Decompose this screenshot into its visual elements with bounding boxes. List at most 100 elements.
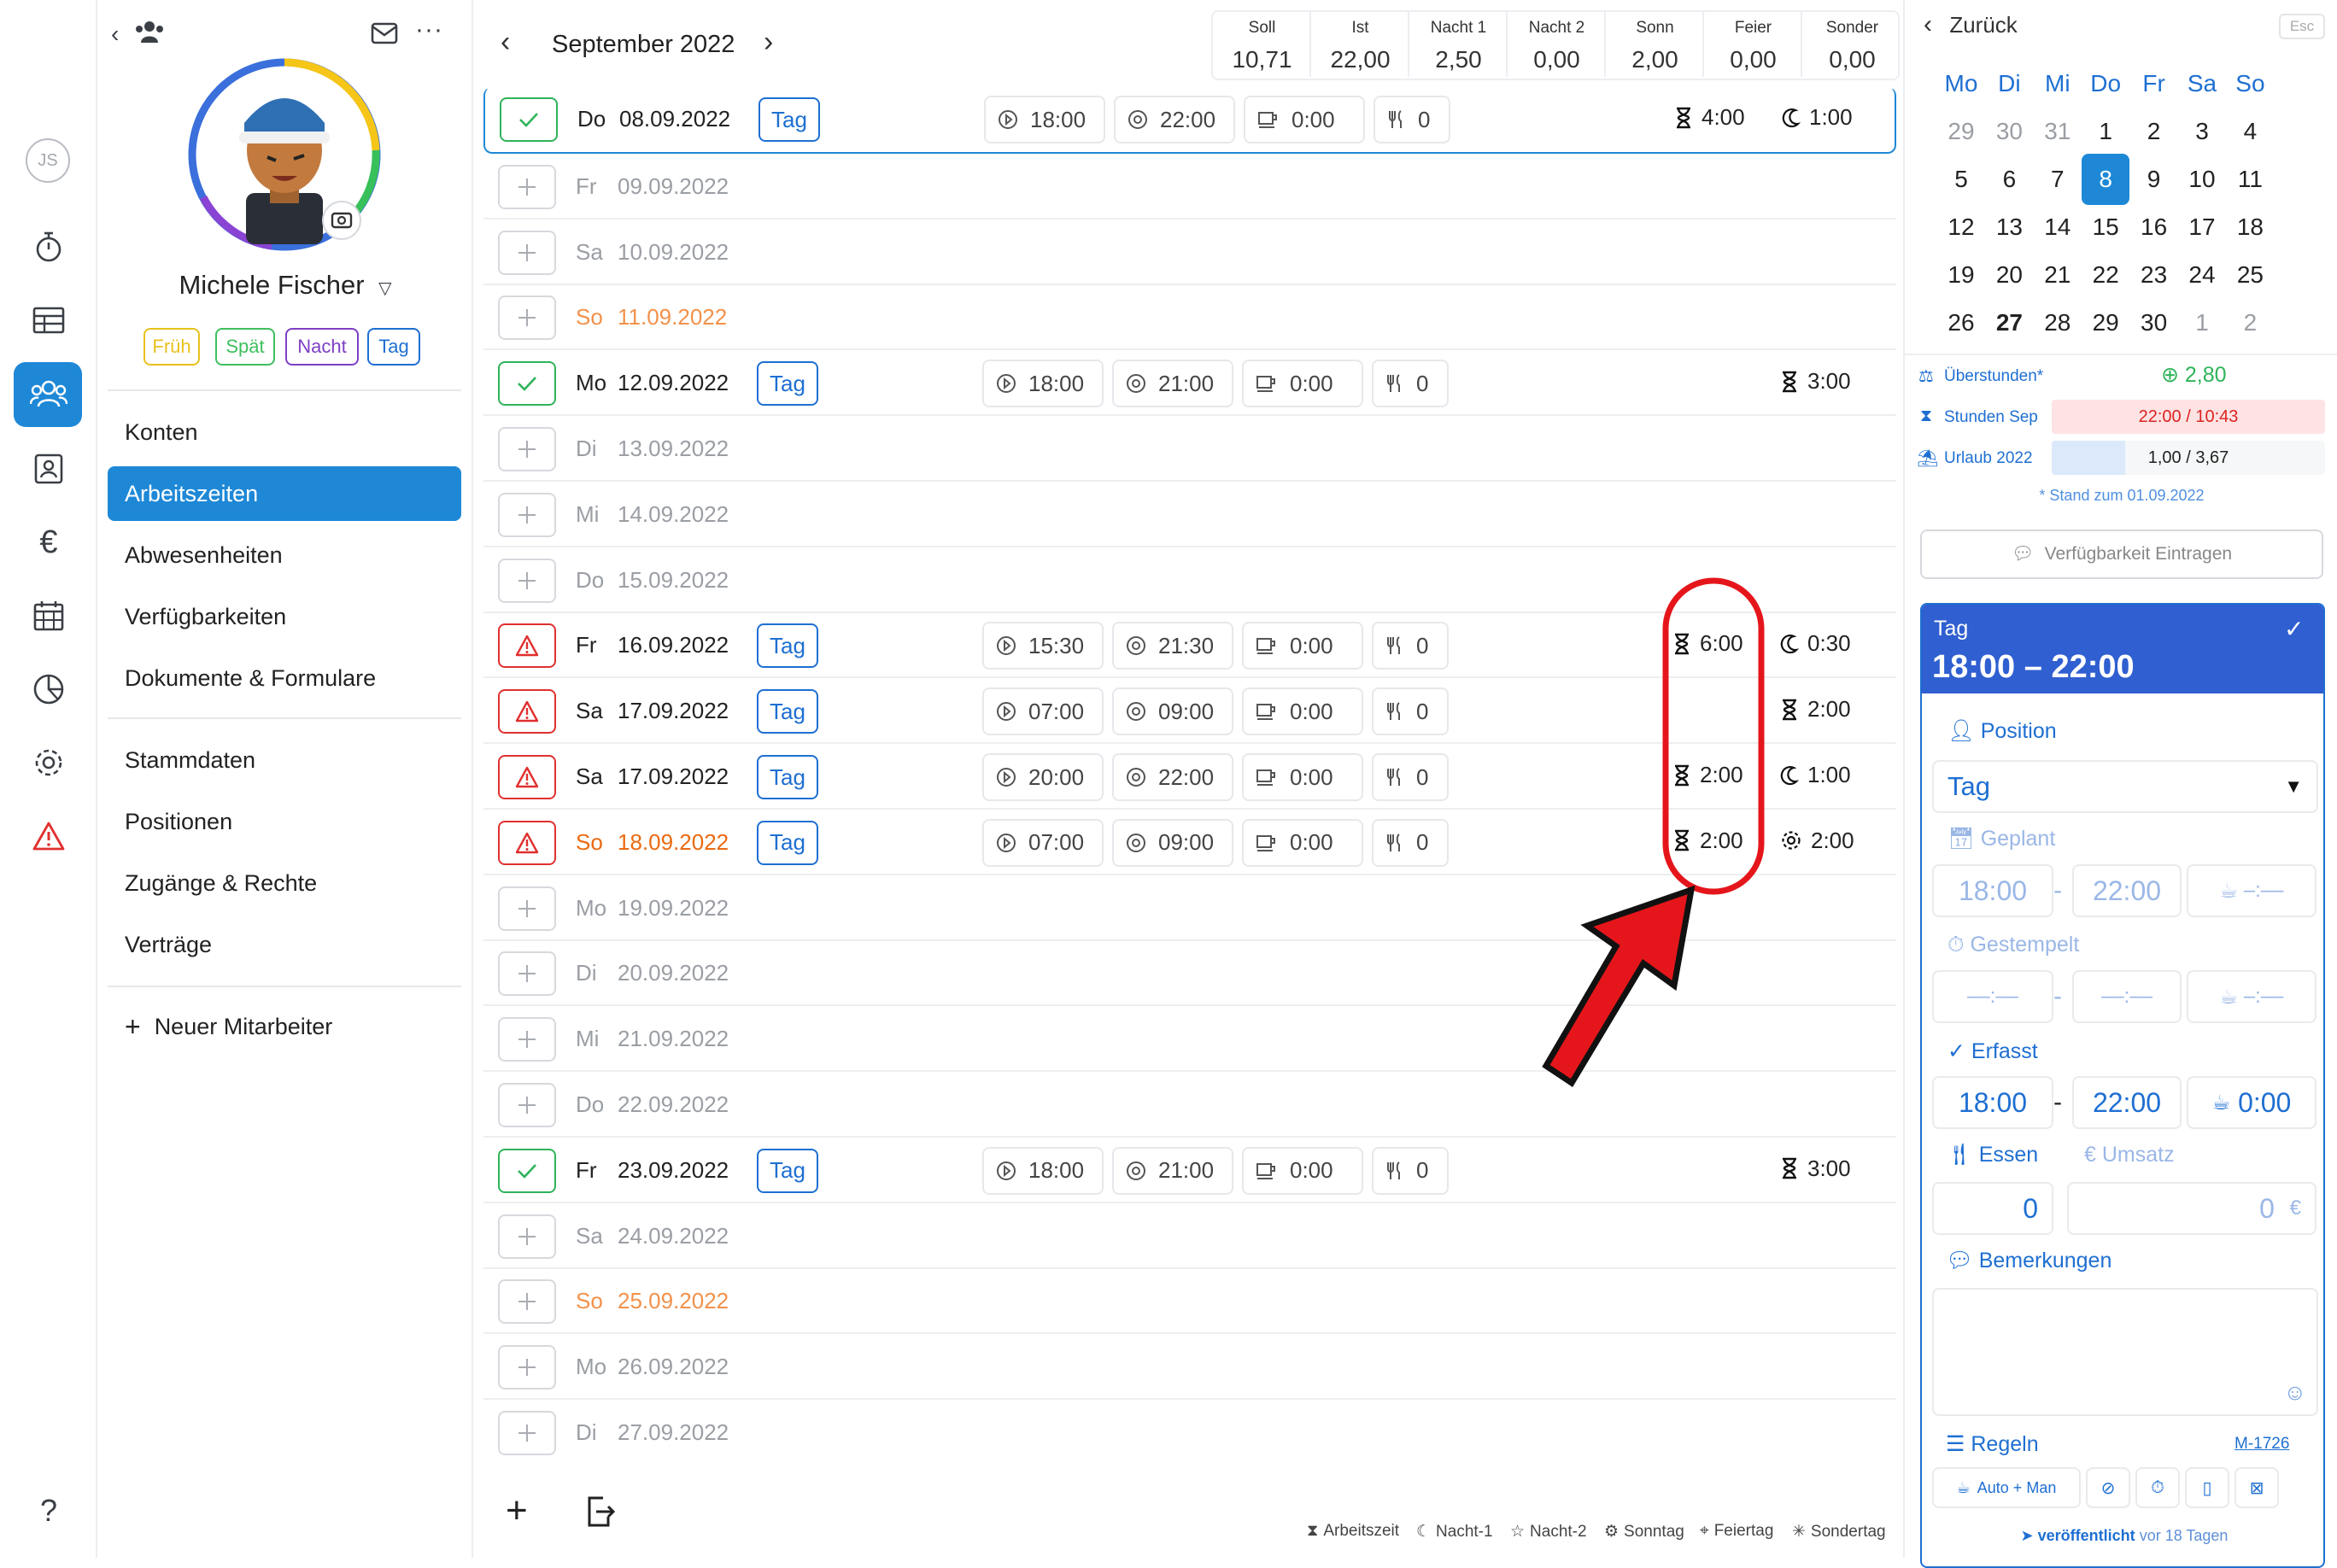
gestempelt-end[interactable]: ––:–– xyxy=(2072,970,2182,1023)
row-pause-time[interactable]: 0:00 xyxy=(1242,360,1363,408)
gestempelt-pause[interactable]: ☕︎ –:–– xyxy=(2187,970,2316,1023)
row-end-time[interactable]: 09:00 xyxy=(1112,818,1233,867)
new-employee-button[interactable]: + Neuer Mitarbeiter xyxy=(108,999,461,1054)
back-button[interactable]: ‹ Zurück xyxy=(1924,10,2018,39)
row-position-tag[interactable]: Tag xyxy=(757,820,818,865)
caret-down-icon[interactable]: ▽ xyxy=(378,279,391,298)
calendar-day[interactable]: 15 xyxy=(2082,207,2129,248)
status-button[interactable] xyxy=(498,886,556,931)
calendar-day[interactable]: 6 xyxy=(1985,159,2033,200)
status-button[interactable] xyxy=(498,361,556,407)
row-meal-count[interactable]: 0 xyxy=(1372,687,1449,736)
row-end-time[interactable]: 22:00 xyxy=(1114,96,1235,143)
erfasst-pause[interactable]: ☕︎ 0:00 xyxy=(2187,1076,2316,1129)
row-start-time[interactable]: 18:00 xyxy=(984,96,1105,143)
calendar-day[interactable]: 17 xyxy=(2178,207,2226,248)
calendar-day[interactable]: 30 xyxy=(1985,111,2033,152)
calendar-day[interactable]: 23 xyxy=(2130,255,2178,295)
row-pause-time[interactable]: 0:00 xyxy=(1242,818,1363,867)
calendar-day[interactable]: 21 xyxy=(2034,255,2082,295)
status-button[interactable] xyxy=(498,295,556,341)
row-start-time[interactable]: 07:00 xyxy=(982,687,1104,736)
table-row[interactable]: Di 13.09.2022 xyxy=(483,417,1896,482)
row-meal-count[interactable]: 0 xyxy=(1372,1146,1449,1195)
export-icon[interactable] xyxy=(583,1495,617,1529)
table-row[interactable]: Sa 10.09.2022 xyxy=(483,220,1896,285)
table-row[interactable]: Sa 24.09.2022 xyxy=(483,1204,1896,1269)
more-icon[interactable]: ··· xyxy=(415,15,443,44)
row-end-time[interactable]: 09:00 xyxy=(1112,687,1233,736)
status-button[interactable] xyxy=(498,755,556,799)
table-row[interactable]: Mo 26.09.2022 xyxy=(483,1335,1896,1401)
shift-tag-frueh[interactable]: Früh xyxy=(144,328,200,366)
calendar-day[interactable]: 24 xyxy=(2178,255,2226,295)
row-pause-time[interactable]: 0:00 xyxy=(1244,96,1365,143)
add-shift-plus-icon[interactable]: + xyxy=(506,1489,528,1532)
calendar-day[interactable]: 2 xyxy=(2226,302,2274,343)
check-icon[interactable]: ✓ xyxy=(2284,615,2304,643)
mail-icon[interactable] xyxy=(371,22,398,44)
warning-icon[interactable] xyxy=(26,813,72,859)
table-icon[interactable] xyxy=(26,297,72,343)
next-month-icon[interactable]: › xyxy=(764,26,773,59)
geplant-pause[interactable]: ☕︎ –:–– xyxy=(2187,864,2316,917)
essen-input[interactable]: 0 xyxy=(1932,1182,2053,1235)
stopwatch-icon[interactable] xyxy=(26,224,72,270)
calendar-day[interactable]: 16 xyxy=(2130,207,2178,248)
position-select[interactable]: Tag ▼ xyxy=(1932,760,2318,813)
employees-icon[interactable] xyxy=(26,371,72,417)
calendar-day[interactable]: 9 xyxy=(2130,159,2178,200)
stopwatch-rule-icon[interactable]: ⏱︎ xyxy=(2135,1467,2180,1508)
status-button[interactable] xyxy=(498,1411,556,1455)
chevron-left-icon[interactable]: ‹ xyxy=(111,20,119,48)
calendar-day[interactable]: 31 xyxy=(2034,111,2082,152)
calendar-day[interactable]: 19 xyxy=(1937,255,1985,295)
gestempelt-start[interactable]: ––:–– xyxy=(1932,970,2053,1023)
menu-verfuegbarkeiten[interactable]: Verfügbarkeiten xyxy=(108,589,461,644)
calendar-day[interactable]: 4 xyxy=(2226,111,2274,152)
calendar-day[interactable]: 30 xyxy=(2130,302,2178,343)
calendar-day[interactable]: 25 xyxy=(2226,255,2274,295)
menu-positionen[interactable]: Positionen xyxy=(108,794,461,849)
row-meal-count[interactable]: 0 xyxy=(1372,622,1449,670)
shift-tag-spaet[interactable]: Spät xyxy=(215,328,275,366)
status-button[interactable] xyxy=(498,1345,556,1390)
row-meal-count[interactable]: 0 xyxy=(1372,753,1449,801)
calendar-day[interactable]: 14 xyxy=(2034,207,2082,248)
auto-man-button[interactable]: ☕︎ Auto + Man xyxy=(1932,1467,2081,1508)
calendar-day[interactable]: 1 xyxy=(2082,111,2129,152)
status-button[interactable] xyxy=(498,1279,556,1325)
user-avatar[interactable]: JS xyxy=(26,138,70,183)
row-pause-time[interactable]: 0:00 xyxy=(1242,753,1363,801)
row-position-tag[interactable]: Tag xyxy=(757,623,818,669)
row-pause-time[interactable]: 0:00 xyxy=(1242,687,1363,736)
table-row[interactable]: So 11.09.2022 xyxy=(483,285,1896,351)
status-button[interactable] xyxy=(498,1083,556,1127)
pie-chart-icon[interactable] xyxy=(26,666,72,712)
status-button[interactable] xyxy=(498,1148,556,1193)
status-button[interactable] xyxy=(498,492,556,537)
row-position-tag[interactable]: Tag xyxy=(757,689,818,734)
row-position-tag[interactable]: Tag xyxy=(758,97,820,142)
row-end-time[interactable]: 21:00 xyxy=(1112,1146,1233,1195)
status-button[interactable] xyxy=(498,689,556,734)
menu-konten[interactable]: Konten xyxy=(108,405,461,459)
calendar-day[interactable]: 5 xyxy=(1937,159,1985,200)
erfasst-end[interactable]: 22:00 xyxy=(2072,1076,2182,1129)
erfasst-start[interactable]: 18:00 xyxy=(1932,1076,2053,1129)
menu-stammdaten[interactable]: Stammdaten xyxy=(108,733,461,787)
row-pause-time[interactable]: 0:00 xyxy=(1242,622,1363,670)
table-row[interactable]: So 25.09.2022 xyxy=(483,1269,1896,1335)
row-start-time[interactable]: 18:00 xyxy=(982,1146,1104,1195)
calendar-day[interactable]: 12 xyxy=(1937,207,1985,248)
menu-vertraege[interactable]: Verträge xyxy=(108,917,461,972)
table-row[interactable]: Fr 23.09.2022 Tag 18:00 21:00 0:00 0 3:00 xyxy=(483,1138,1896,1203)
status-button[interactable] xyxy=(498,1214,556,1259)
status-button[interactable] xyxy=(498,1017,556,1062)
shift-tag-tag[interactable]: Tag xyxy=(367,328,420,366)
calendar-day[interactable]: 10 xyxy=(2178,159,2226,200)
row-end-time[interactable]: 21:00 xyxy=(1112,360,1233,408)
geplant-end[interactable]: 22:00 xyxy=(2072,864,2182,917)
row-meal-count[interactable]: 0 xyxy=(1374,96,1450,143)
calendar-day[interactable]: 20 xyxy=(1985,255,2033,295)
